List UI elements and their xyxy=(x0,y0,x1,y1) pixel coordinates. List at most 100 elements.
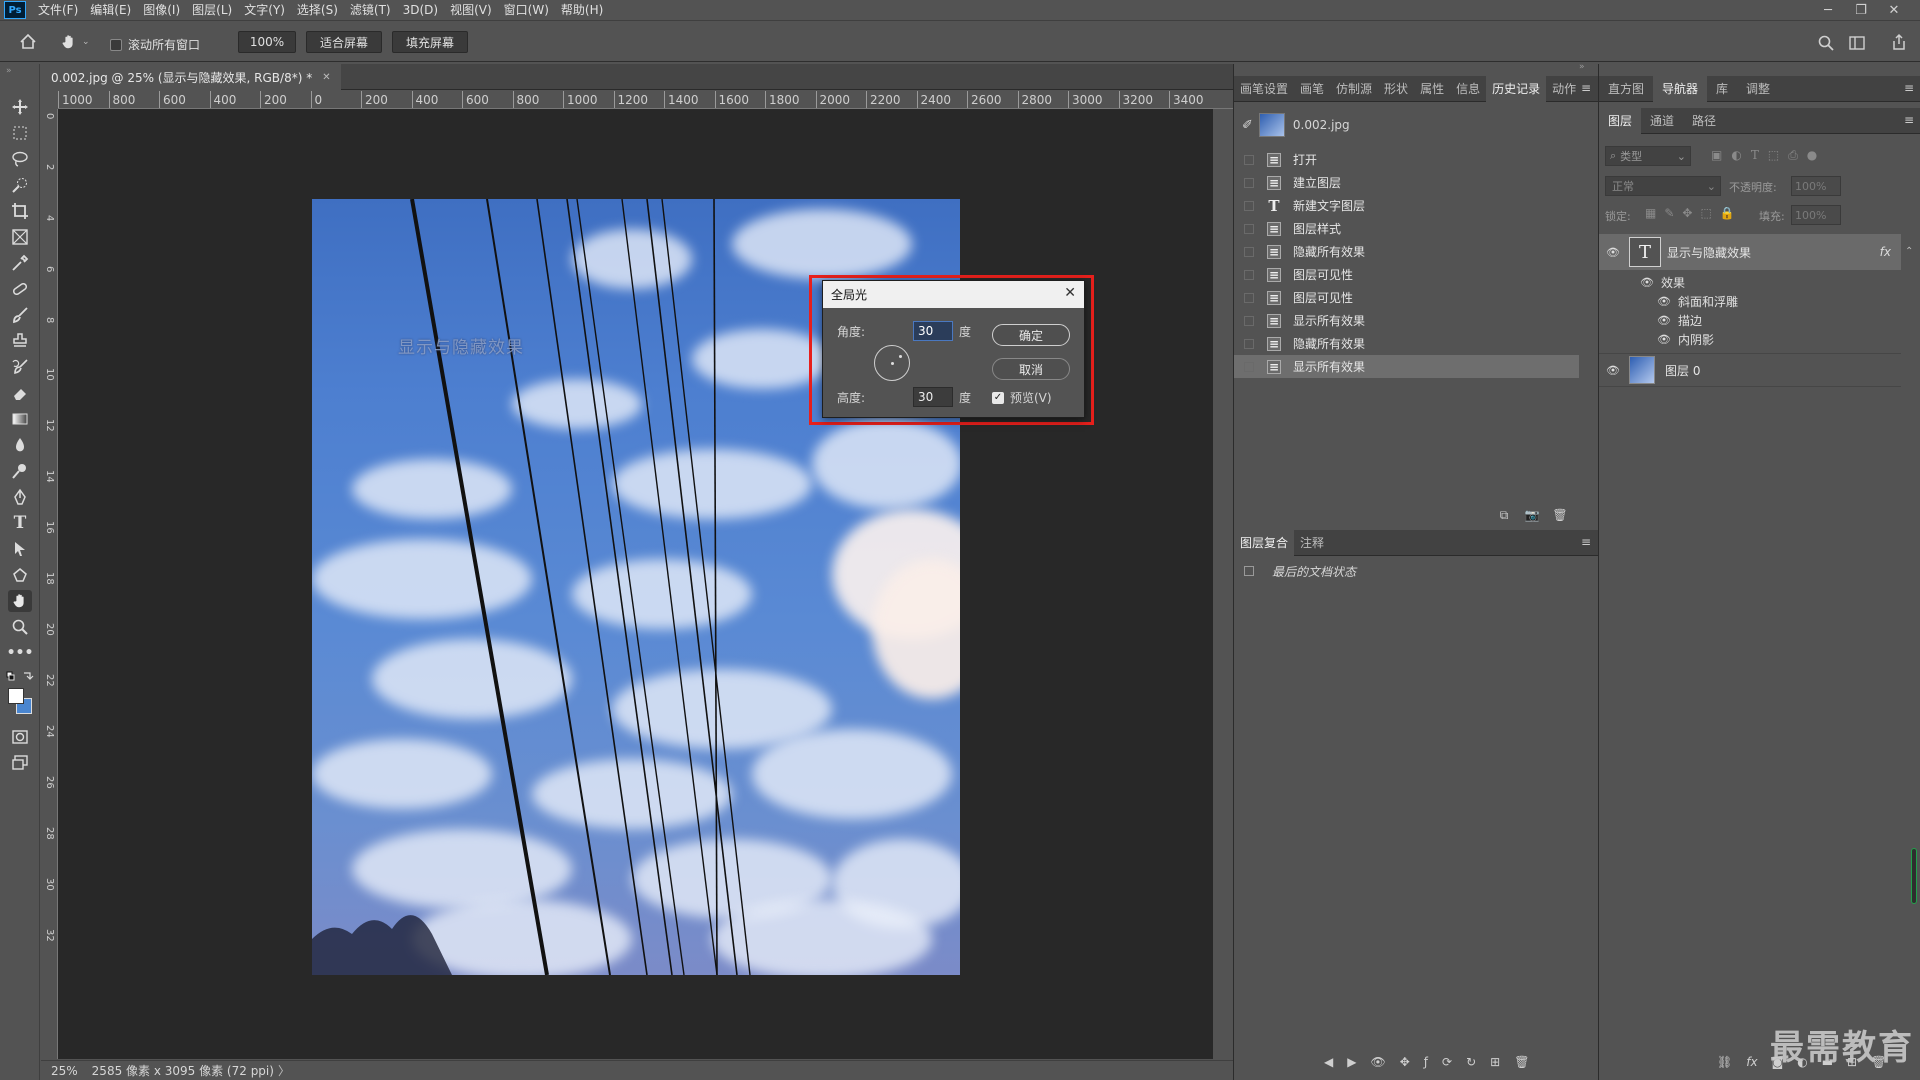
update-comp-icon[interactable]: ⟳ xyxy=(1442,1055,1452,1069)
menu-item-7[interactable]: 3D(D) xyxy=(397,0,444,21)
brush-tool-icon[interactable] xyxy=(8,304,32,326)
pixel-filter-icon[interactable]: ▣ xyxy=(1711,148,1722,163)
hand-tool-preset-icon[interactable]: ⌄ xyxy=(60,31,94,53)
home-icon[interactable] xyxy=(18,32,38,52)
gradient-tool-icon[interactable] xyxy=(8,408,32,430)
adjustment-filter-icon[interactable]: ◐ xyxy=(1731,148,1741,163)
more-tools-icon[interactable]: ••• xyxy=(7,642,34,664)
history-tab-2[interactable]: 仿制源 xyxy=(1330,76,1378,102)
history-source-checkbox[interactable] xyxy=(1244,177,1254,188)
comps-tab-0[interactable]: 图层复合 xyxy=(1234,529,1295,556)
canvas-area[interactable]: 显示与隐藏效果 xyxy=(58,109,1213,1059)
history-item[interactable]: ≡ 图层可见性 xyxy=(1234,286,1579,309)
menu-item-0[interactable]: 文件(F) xyxy=(32,0,84,21)
share-icon[interactable] xyxy=(1890,33,1908,51)
menu-item-5[interactable]: 选择(S) xyxy=(291,0,344,21)
close-document-icon[interactable]: ✕ xyxy=(322,72,330,83)
history-brush-tool-icon[interactable] xyxy=(8,356,32,378)
fx-icon[interactable]: fx xyxy=(1880,245,1891,259)
lock-transparent-icon[interactable]: ▦ xyxy=(1645,206,1656,220)
move-tool-icon[interactable] xyxy=(8,96,32,118)
effect-row-inner-shadow[interactable]: 👁 内阴影 xyxy=(1656,331,1714,348)
scroll-indicator[interactable] xyxy=(1911,848,1917,904)
history-source-checkbox[interactable] xyxy=(1244,338,1254,349)
history-snapshot[interactable]: ✐ 0.002.jpg xyxy=(1234,110,1579,140)
layers-menu-icon[interactable]: ≡ xyxy=(1904,113,1914,127)
history-source-checkbox[interactable] xyxy=(1244,154,1254,165)
prev-comp-icon[interactable]: ◀ xyxy=(1324,1055,1333,1069)
stroke-eye-icon[interactable]: 👁 xyxy=(1656,314,1672,327)
layer-comp-row[interactable]: 最后的文档状态 xyxy=(1234,560,1579,582)
crop-tool-icon[interactable] xyxy=(8,200,32,222)
collapse-panel-icon[interactable]: » xyxy=(1579,62,1585,72)
blend-mode-select[interactable]: 正常 ⌄ xyxy=(1605,176,1721,196)
workspace-icon[interactable] xyxy=(1848,34,1866,52)
opacity-input[interactable]: 100% xyxy=(1791,176,1841,196)
history-tab-3[interactable]: 形状 xyxy=(1378,76,1414,102)
menu-item-4[interactable]: 文字(Y) xyxy=(238,0,291,21)
preview-check-icon[interactable]: ✓ xyxy=(992,391,1004,404)
restore-icon[interactable]: ❐ xyxy=(1845,0,1877,21)
preview-checkbox[interactable]: ✓ 预览(V) xyxy=(992,389,1052,406)
delete-state-icon[interactable]: 🗑 xyxy=(1552,507,1568,523)
blur-tool-icon[interactable] xyxy=(8,434,32,456)
scroll-all-checkbox-box[interactable] xyxy=(110,38,122,51)
history-item[interactable]: ≡ 建立图层 xyxy=(1234,171,1579,194)
history-item[interactable]: ≡ 显示所有效果 xyxy=(1234,309,1579,332)
add-style-icon[interactable]: fx xyxy=(1746,1055,1757,1069)
lock-artboard-icon[interactable]: ⬚ xyxy=(1700,206,1711,220)
layers-tab-1[interactable]: 通道 xyxy=(1641,108,1683,134)
history-tab-7[interactable]: 动作 xyxy=(1546,76,1582,102)
angle-dial[interactable] xyxy=(874,345,910,381)
clone-stamp-tool-icon[interactable] xyxy=(8,330,32,352)
comps-tab-1[interactable]: 注释 xyxy=(1294,530,1330,556)
custom-shape-tool-icon[interactable] xyxy=(8,564,32,586)
effect-row-stroke[interactable]: 👁 描边 xyxy=(1656,312,1702,329)
quick-mask-icon[interactable] xyxy=(8,726,32,748)
panel-menu-icon[interactable]: ≡ xyxy=(1581,81,1591,95)
effects-group-row[interactable]: 👁 效果 xyxy=(1639,274,1685,291)
path-selection-tool-icon[interactable] xyxy=(8,538,32,560)
healing-brush-tool-icon[interactable] xyxy=(8,278,32,300)
history-tab-5[interactable]: 信息 xyxy=(1450,76,1486,102)
menu-item-8[interactable]: 视图(V) xyxy=(444,0,498,21)
history-source-checkbox[interactable] xyxy=(1244,269,1254,280)
history-tab-0[interactable]: 画笔设置 xyxy=(1234,76,1294,102)
history-item[interactable]: ≡ 打开 xyxy=(1234,148,1579,171)
layer0-eye-icon[interactable]: 👁 xyxy=(1605,364,1621,377)
minimize-icon[interactable]: ─ xyxy=(1812,0,1844,21)
history-source-checkbox[interactable] xyxy=(1244,361,1254,372)
collapse-toolbar-icon[interactable]: » xyxy=(6,66,12,76)
angle-input[interactable]: 30 xyxy=(913,321,953,341)
update-position-icon[interactable]: ✥ xyxy=(1400,1055,1410,1069)
effects-eye-icon[interactable]: 👁 xyxy=(1639,276,1655,289)
layers-tab-0[interactable]: 图层 xyxy=(1599,107,1642,134)
history-source-checkbox[interactable] xyxy=(1244,292,1254,303)
history-item[interactable]: ≡ 显示所有效果 xyxy=(1234,355,1579,378)
dodge-tool-icon[interactable] xyxy=(8,460,32,482)
menu-item-2[interactable]: 图像(I) xyxy=(137,0,186,21)
history-item[interactable]: ≡ 图层样式 xyxy=(1234,217,1579,240)
zoom-tool-icon[interactable] xyxy=(8,616,32,638)
pen-tool-icon[interactable] xyxy=(8,486,32,508)
update-style-icon[interactable]: ƒ xyxy=(1424,1055,1428,1069)
history-item[interactable]: ≡ 隐藏所有效果 xyxy=(1234,332,1579,355)
layer-row-text[interactable]: 👁 T 显示与隐藏效果 fx xyxy=(1599,234,1901,270)
lock-image-icon[interactable]: ✎ xyxy=(1664,206,1674,220)
delete-comp-icon[interactable]: 🗑 xyxy=(1514,1055,1529,1069)
fill-input[interactable]: 100% xyxy=(1791,205,1841,225)
right-tab-3[interactable]: 调整 xyxy=(1737,76,1779,102)
refresh-icon[interactable]: ↻ xyxy=(1466,1055,1476,1069)
update-visibility-icon[interactable]: 👁 xyxy=(1370,1055,1385,1069)
effect-row-bevel[interactable]: 👁 斜面和浮雕 xyxy=(1656,293,1738,310)
fill-screen-button[interactable]: 填充屏幕 xyxy=(392,31,468,53)
layer-filter-select[interactable]: ⌕ 类型 ⌄ xyxy=(1605,146,1691,166)
next-comp-icon[interactable]: ▶ xyxy=(1347,1055,1356,1069)
comps-menu-icon[interactable]: ≡ xyxy=(1581,535,1591,549)
history-tab-6[interactable]: 历史记录 xyxy=(1486,75,1547,102)
layer-row-image[interactable]: 👁 图层 0 xyxy=(1599,353,1901,387)
swap-colors-icon[interactable] xyxy=(6,670,34,684)
lock-position-icon[interactable]: ✥ xyxy=(1682,206,1692,220)
collapse-effects-icon[interactable]: ⌃ xyxy=(1905,246,1913,257)
bevel-eye-icon[interactable]: 👁 xyxy=(1656,295,1672,308)
